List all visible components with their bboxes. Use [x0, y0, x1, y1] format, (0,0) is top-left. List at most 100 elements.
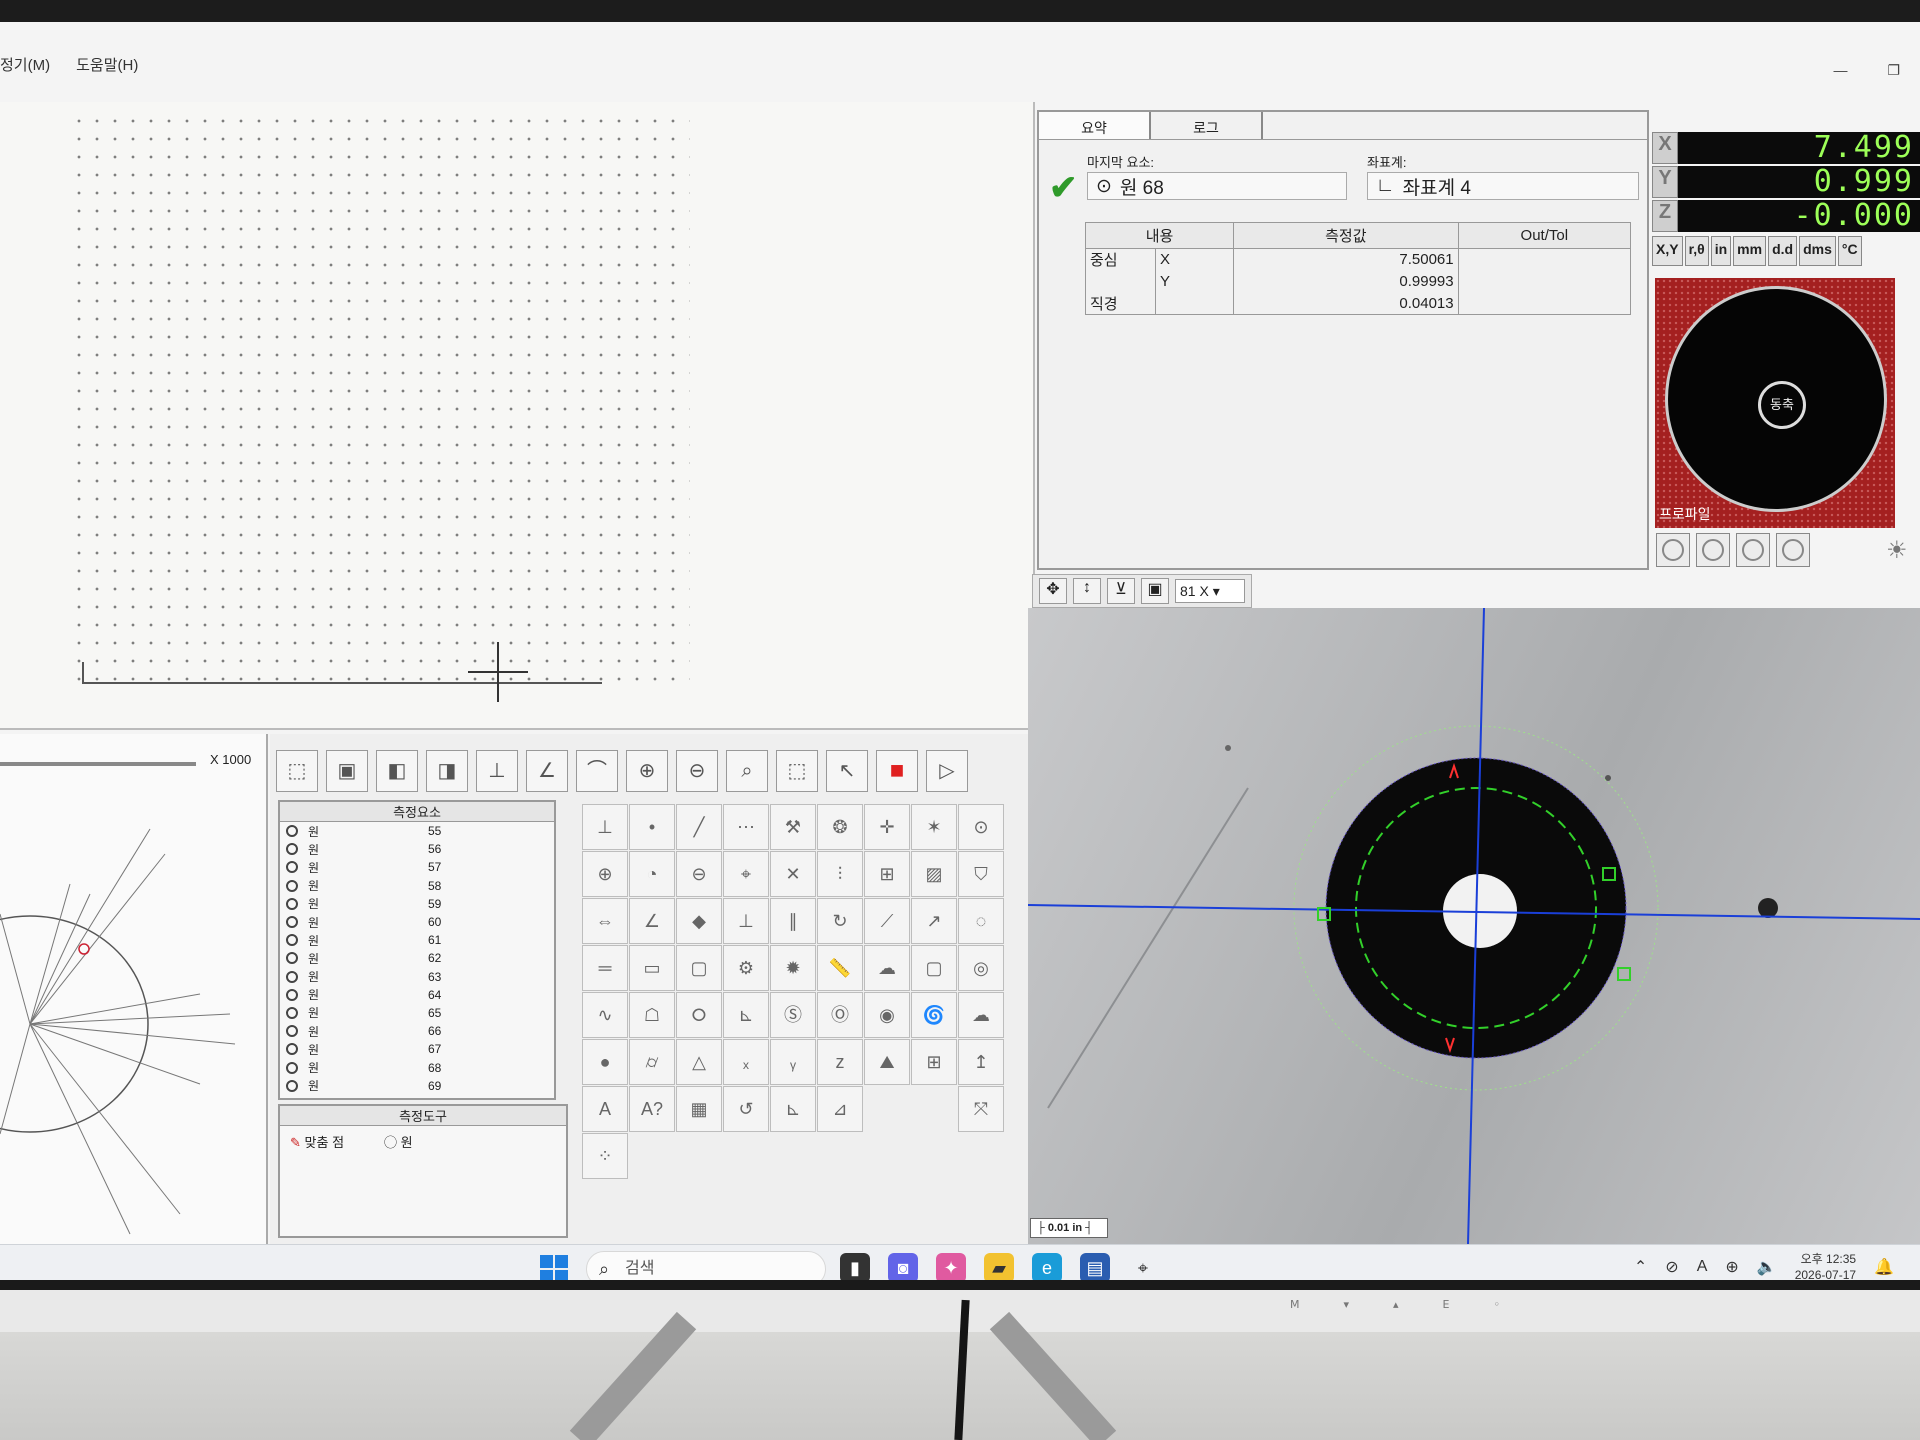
measure-angle-icon[interactable]: ∠	[526, 750, 568, 792]
spiral-icon[interactable]: 🌀	[911, 992, 957, 1038]
transform-icon[interactable]: ⤧	[958, 1086, 1004, 1132]
view-front-icon[interactable]: ▣	[326, 750, 368, 792]
equal-icon[interactable]: ═	[582, 945, 628, 991]
freeform-icon[interactable]: ☖	[629, 992, 675, 1038]
rectangle-icon[interactable]: ▭	[629, 945, 675, 991]
zoom-in-icon[interactable]: ⊕	[626, 750, 668, 792]
point-icon[interactable]: •	[629, 804, 675, 850]
segment-icon[interactable]: ⟋	[864, 898, 910, 944]
ring-light-4-icon[interactable]	[1776, 533, 1810, 567]
donut-icon[interactable]: ⭘	[676, 992, 722, 1038]
file-explorer-icon[interactable]: ▰	[984, 1253, 1014, 1280]
snapshot-icon[interactable]: ▣	[1141, 578, 1169, 604]
angle-icon[interactable]: ∠	[629, 898, 675, 944]
sphere-icon[interactable]: ●	[582, 1039, 628, 1085]
list-item[interactable]: 원 68	[280, 1058, 554, 1076]
list-item[interactable]: 원 69	[280, 1077, 554, 1095]
move-z-icon[interactable]: z	[817, 1039, 863, 1085]
zoom-select[interactable]: 81 X ▾	[1175, 579, 1245, 603]
move-x-icon[interactable]: ₓ	[723, 1039, 769, 1085]
mm-button[interactable]: mm	[1733, 236, 1767, 266]
decimal-degree-button[interactable]: d.d	[1768, 236, 1798, 266]
zoom-fit-icon[interactable]: ⌕	[726, 750, 768, 792]
arc-icon[interactable]: ◔	[629, 851, 675, 897]
play-icon[interactable]: ▷	[926, 750, 968, 792]
list-item[interactable]: 원 64	[280, 986, 554, 1004]
windows-start-icon[interactable]	[540, 1255, 568, 1280]
auto-detect-icon[interactable]: ❂	[817, 804, 863, 850]
temperature-button[interactable]: °C	[1837, 236, 1862, 266]
list-item[interactable]: 원 56	[280, 840, 554, 858]
frame-icon[interactable]: ▢	[911, 945, 957, 991]
parallel-icon[interactable]: ∥	[770, 898, 816, 944]
focus-icon[interactable]: ↕	[1073, 578, 1101, 604]
globe-icon[interactable]: ⊕	[1725, 1257, 1738, 1277]
points-icon[interactable]: ⋯	[723, 804, 769, 850]
blob-icon[interactable]: ☁	[864, 945, 910, 991]
cylinder-icon[interactable]: ⌭	[629, 1039, 675, 1085]
camera-video-view[interactable]	[1028, 608, 1920, 1244]
gear-circle-icon[interactable]: ⚙	[723, 945, 769, 991]
graphic-view[interactable]	[0, 102, 1035, 730]
probe-icon[interactable]: ⊻	[1107, 578, 1135, 604]
ring-light-1-icon[interactable]	[1656, 533, 1690, 567]
plane-icon[interactable]: ◆	[676, 898, 722, 944]
list-item[interactable]: 원 66	[280, 1022, 554, 1040]
origin-icon[interactable]: ⊥	[582, 804, 628, 850]
list-item[interactable]: 원 63	[280, 968, 554, 986]
network-off-icon[interactable]: ⊘	[1665, 1257, 1678, 1277]
pointer-icon[interactable]: ↖	[826, 750, 868, 792]
ring-light-3-icon[interactable]	[1736, 533, 1770, 567]
restore-button[interactable]: ❐	[1887, 62, 1900, 79]
axes-icon[interactable]: ⊾	[770, 1086, 816, 1132]
tab-log[interactable]: 로그	[1151, 112, 1263, 139]
brightness-icon[interactable]: ☀	[1886, 536, 1908, 565]
ring-light-2-icon[interactable]	[1696, 533, 1730, 567]
fit-point-tool[interactable]: ✎ 맞춤 점	[290, 1132, 344, 1151]
polar-mode-button[interactable]: r,θ	[1684, 236, 1709, 266]
dro-axis-label[interactable]: Y	[1652, 166, 1678, 198]
tools-list[interactable]: 측정도구 ✎ 맞춤 점 ◯ 원	[278, 1104, 568, 1238]
list-item[interactable]: 원 55	[280, 822, 554, 840]
clock[interactable]: 오후 12:35 2026-07-17	[1795, 1251, 1856, 1280]
datum-s-icon[interactable]: Ⓢ	[770, 992, 816, 1038]
star-point-icon[interactable]: ✶	[911, 804, 957, 850]
curve-fit-icon[interactable]: ⌒	[576, 750, 618, 792]
dot-circle-icon[interactable]: ◉	[864, 992, 910, 1038]
elements-list[interactable]: 측정요소 원 55 원 56 원 57 원 58 원 59 원 60 원 61 원 62 원 63…	[278, 800, 556, 1100]
text-icon[interactable]: A	[582, 1086, 628, 1132]
measurement-app-icon[interactable]: ⌖	[1128, 1253, 1158, 1280]
circle-fit-icon[interactable]: ◌	[958, 898, 1004, 944]
curve-icon[interactable]: ↗	[911, 898, 957, 944]
profile-icon[interactable]: ⛰	[864, 1039, 910, 1085]
shield-icon[interactable]: ⛉	[958, 851, 1004, 897]
dms-button[interactable]: dms	[1799, 236, 1836, 266]
probe-tool-icon[interactable]: ⚒	[770, 804, 816, 850]
ring-icon[interactable]: ◎	[958, 945, 1004, 991]
box-point-icon[interactable]: ⊞	[864, 851, 910, 897]
perpendicular-icon[interactable]: ⊥	[723, 898, 769, 944]
list-item[interactable]: 원 60	[280, 913, 554, 931]
sun-gear-icon[interactable]: ✹	[770, 945, 816, 991]
cross-point-icon[interactable]: ✛	[864, 804, 910, 850]
chevron-up-icon[interactable]: ⌃	[1634, 1257, 1647, 1277]
view-top-icon[interactable]: ◨	[426, 750, 468, 792]
list-item[interactable]: 원 58	[280, 877, 554, 895]
dro-axis-label[interactable]: X	[1652, 132, 1678, 164]
undo-icon[interactable]: ↺	[723, 1086, 769, 1132]
datum-o-icon[interactable]: Ⓞ	[817, 992, 863, 1038]
view-iso-icon[interactable]: ⬚	[276, 750, 318, 792]
list-item[interactable]: 원 57	[280, 858, 554, 876]
coordinate-axes-icon[interactable]: ⊥	[476, 750, 518, 792]
menu-item-m[interactable]: 정기(M)	[0, 46, 50, 76]
image-icon[interactable]: ▨	[911, 851, 957, 897]
rounded-slot-icon[interactable]: ▢	[676, 945, 722, 991]
notification-bell-icon[interactable]: 🔔	[1874, 1257, 1894, 1277]
edge-browser-icon[interactable]: e	[1032, 1253, 1062, 1280]
stop-icon[interactable]: ■	[876, 750, 918, 792]
datum-l-icon[interactable]: ⊾	[723, 992, 769, 1038]
pan-icon[interactable]: ✥	[1039, 578, 1067, 604]
taskbar-search[interactable]: ⌕ 검색	[586, 1251, 826, 1280]
view-side-icon[interactable]: ◧	[376, 750, 418, 792]
tolerance-icon[interactable]: ⊿	[817, 1086, 863, 1132]
